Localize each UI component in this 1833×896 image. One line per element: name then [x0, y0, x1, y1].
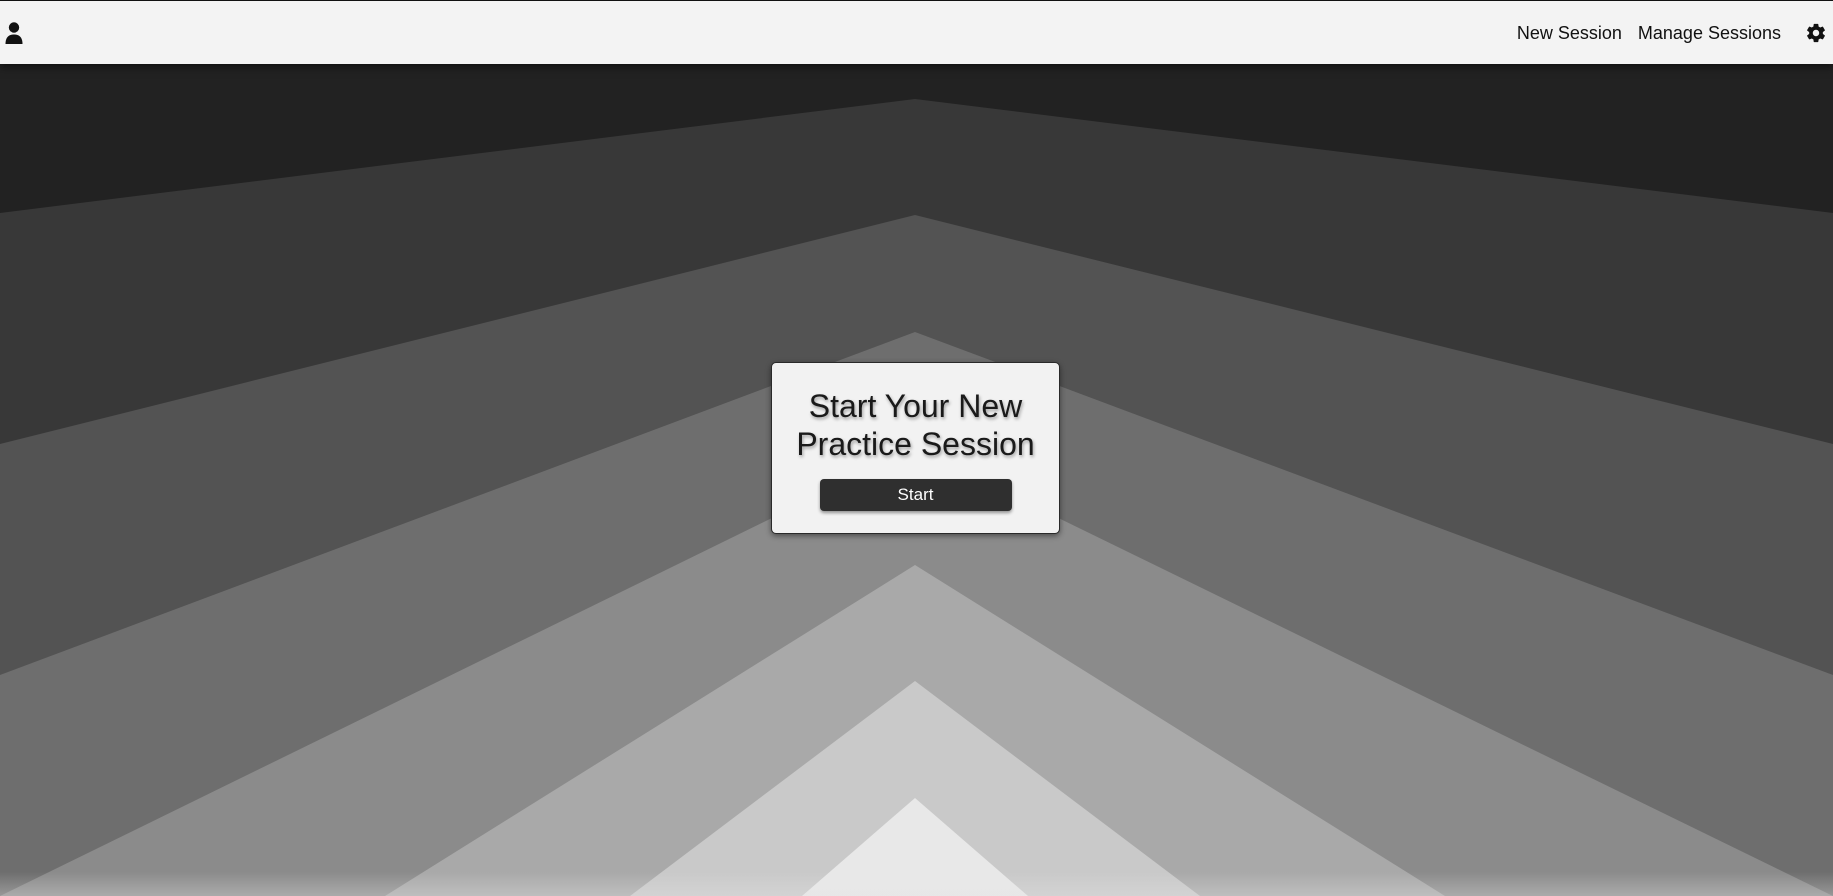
top-navbar: New Session Manage Sessions	[0, 0, 1833, 64]
user-icon[interactable]	[4, 21, 24, 45]
gear-icon[interactable]	[1805, 22, 1827, 44]
card-title: Start Your New Practice Session	[796, 388, 1035, 462]
new-session-link[interactable]: New Session	[1517, 23, 1622, 44]
start-button[interactable]: Start	[819, 479, 1012, 511]
nav-links: New Session Manage Sessions	[1517, 1, 1833, 65]
manage-sessions-link[interactable]: Manage Sessions	[1638, 23, 1781, 44]
new-session-card: Start Your New Practice Session Start	[771, 362, 1060, 534]
